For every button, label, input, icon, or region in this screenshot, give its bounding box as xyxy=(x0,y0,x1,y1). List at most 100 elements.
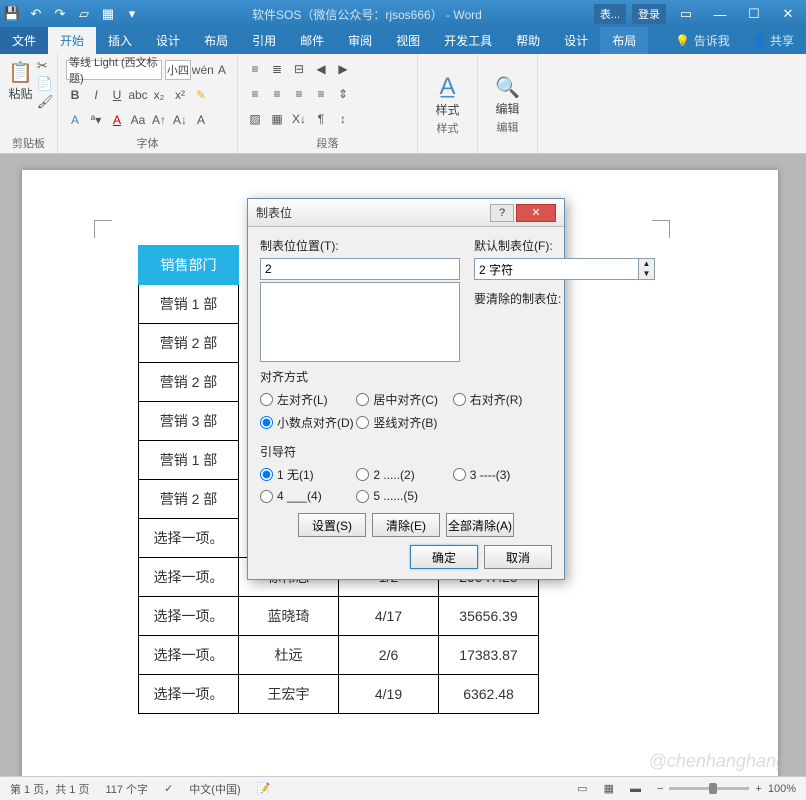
minimize-icon[interactable]: — xyxy=(706,7,734,22)
undo-icon[interactable]: ↶ xyxy=(28,6,44,22)
grow-font-icon[interactable]: A↑ xyxy=(150,111,168,129)
zoom-level[interactable]: 100% xyxy=(768,783,796,795)
align-right-radio[interactable]: 右对齐(R) xyxy=(453,391,549,408)
view-read-icon[interactable]: ▭ xyxy=(577,782,587,795)
highlight-color-icon[interactable]: ª▾ xyxy=(87,111,105,129)
redo-icon[interactable]: ↷ xyxy=(52,6,68,22)
insert-mode[interactable]: 📝 xyxy=(257,782,271,795)
underline-icon[interactable]: U xyxy=(108,86,126,104)
qa-icon[interactable]: ▦ xyxy=(100,6,116,22)
zoom-out-icon[interactable]: − xyxy=(657,783,663,795)
align-right-icon[interactable]: ≡ xyxy=(290,86,308,102)
tab-table-design[interactable]: 设计 xyxy=(552,27,600,54)
table-cell[interactable]: 选择一项。 xyxy=(139,558,239,597)
tab-table-layout[interactable]: 布局 xyxy=(600,27,648,54)
superscript-icon[interactable]: x² xyxy=(171,86,189,104)
login-button[interactable]: 登录 xyxy=(632,4,666,24)
table-cell[interactable]: 35656.39 xyxy=(439,597,539,636)
find-icon[interactable]: 🔍 xyxy=(495,75,520,100)
cut-icon[interactable]: ✂ xyxy=(37,58,54,74)
bullets-icon[interactable]: ≡ xyxy=(246,61,264,77)
leader-1-radio[interactable]: 1 无(1) xyxy=(260,466,356,483)
table-cell[interactable]: 营销 1 部 xyxy=(139,441,239,480)
table-cell[interactable]: 营销 2 部 xyxy=(139,324,239,363)
increase-indent-icon[interactable]: ▶ xyxy=(334,61,352,77)
view-print-icon[interactable]: ▦ xyxy=(604,782,614,795)
table-cell[interactable]: 4/17 xyxy=(339,597,439,636)
help-icon[interactable]: ? xyxy=(490,204,514,222)
table-cell[interactable]: 营销 2 部 xyxy=(139,480,239,519)
copy-icon[interactable]: 📄 xyxy=(37,76,54,92)
ok-button[interactable]: 确定 xyxy=(410,545,478,569)
edit-button[interactable]: 编辑 xyxy=(495,100,519,117)
ribbon-options-icon[interactable]: ▭ xyxy=(672,6,700,22)
qa-dropdown-icon[interactable]: ▾ xyxy=(124,6,140,22)
share-button[interactable]: 👤 共享 xyxy=(740,27,806,54)
table-cell[interactable]: 蓝晓琦 xyxy=(239,597,339,636)
borders-icon[interactable]: ▦ xyxy=(268,111,286,127)
multilevel-icon[interactable]: ⊟ xyxy=(290,61,308,77)
leader-2-radio[interactable]: 2 .....(2) xyxy=(356,466,452,483)
tell-me[interactable]: 💡 告诉我 xyxy=(665,27,739,54)
text-effects-icon[interactable]: A xyxy=(66,111,84,129)
font-size-select[interactable]: 小四 xyxy=(165,60,191,80)
tab-insert[interactable]: 插入 xyxy=(96,27,144,54)
tab-home[interactable]: 开始 xyxy=(48,27,96,54)
zoom-control[interactable]: − + 100% xyxy=(657,783,796,795)
phonetic-icon[interactable]: Aa xyxy=(129,111,147,129)
align-decimal-radio[interactable]: 小数点对齐(D) xyxy=(260,414,356,431)
cancel-button[interactable]: 取消 xyxy=(484,545,552,569)
close-icon[interactable]: ✕ xyxy=(516,204,556,222)
language[interactable]: 中文(中国) xyxy=(189,781,240,797)
table-header[interactable]: 销售部门 xyxy=(139,246,239,285)
proofing-icon[interactable]: ✓ xyxy=(164,782,173,795)
table-cell[interactable]: 营销 1 部 xyxy=(139,285,239,324)
asian-layout-icon[interactable]: ↕ xyxy=(334,111,352,127)
tab-help[interactable]: 帮助 xyxy=(504,27,552,54)
zoom-slider[interactable] xyxy=(669,787,749,790)
table-cell[interactable]: 营销 2 部 xyxy=(139,363,239,402)
tab-references[interactable]: 引用 xyxy=(240,27,288,54)
tab-layout[interactable]: 布局 xyxy=(192,27,240,54)
table-cell[interactable]: 选择一项。 xyxy=(139,519,239,558)
save-icon[interactable]: 💾 xyxy=(4,6,20,22)
tab-developer[interactable]: 开发工具 xyxy=(432,27,504,54)
paste-button[interactable]: 📋 粘贴 xyxy=(8,60,33,110)
decrease-indent-icon[interactable]: ◀ xyxy=(312,61,330,77)
table-cell[interactable]: 营销 3 部 xyxy=(139,402,239,441)
italic-icon[interactable]: I xyxy=(87,86,105,104)
align-left-icon[interactable]: ≡ xyxy=(246,86,264,102)
align-bar-radio[interactable]: 竖线对齐(B) xyxy=(356,414,452,431)
tab-position-list[interactable] xyxy=(260,282,460,362)
line-spacing-icon[interactable]: ⇕ xyxy=(334,86,352,102)
table-cell[interactable]: 王宏宇 xyxy=(239,675,339,714)
table-cell[interactable]: 选择一项。 xyxy=(139,636,239,675)
styles-icon[interactable]: A̲ xyxy=(439,73,455,101)
qa-icon[interactable]: ▱ xyxy=(76,6,92,22)
bold-icon[interactable]: B xyxy=(66,86,84,104)
shrink-font-icon[interactable]: wén xyxy=(194,61,212,79)
table-cell[interactable]: 17383.87 xyxy=(439,636,539,675)
char-border-icon[interactable]: A xyxy=(192,111,210,129)
show-marks-icon[interactable]: ¶ xyxy=(312,111,330,127)
clear-format-icon[interactable]: A xyxy=(215,61,229,79)
font-name-select[interactable]: 等线 Light (西文标题) xyxy=(66,60,162,80)
table-cell[interactable]: 2/6 xyxy=(339,636,439,675)
table-cell[interactable]: 选择一项。 xyxy=(139,597,239,636)
styles-button[interactable]: 样式 xyxy=(435,101,459,118)
strikethrough-icon[interactable]: abc xyxy=(129,86,147,104)
format-painter-icon[interactable]: 🖌 xyxy=(37,94,54,110)
maximize-icon[interactable]: ☐ xyxy=(740,6,768,22)
table-cell[interactable]: 选择一项。 xyxy=(139,675,239,714)
dialog-titlebar[interactable]: 制表位 ? ✕ xyxy=(248,199,564,227)
tab-file[interactable]: 文件 xyxy=(0,27,48,54)
shrink-font-icon[interactable]: A↓ xyxy=(171,111,189,129)
spinner[interactable]: ▲▼ xyxy=(639,258,655,280)
word-count[interactable]: 117 个字 xyxy=(105,781,148,797)
default-tab-input[interactable] xyxy=(474,258,639,280)
table-cell[interactable]: 杜远 xyxy=(239,636,339,675)
leader-3-radio[interactable]: 3 ----(3) xyxy=(453,466,549,483)
shading-icon[interactable]: ▨ xyxy=(246,111,264,127)
tab-review[interactable]: 审阅 xyxy=(336,27,384,54)
font-color-icon[interactable]: A xyxy=(108,111,126,129)
